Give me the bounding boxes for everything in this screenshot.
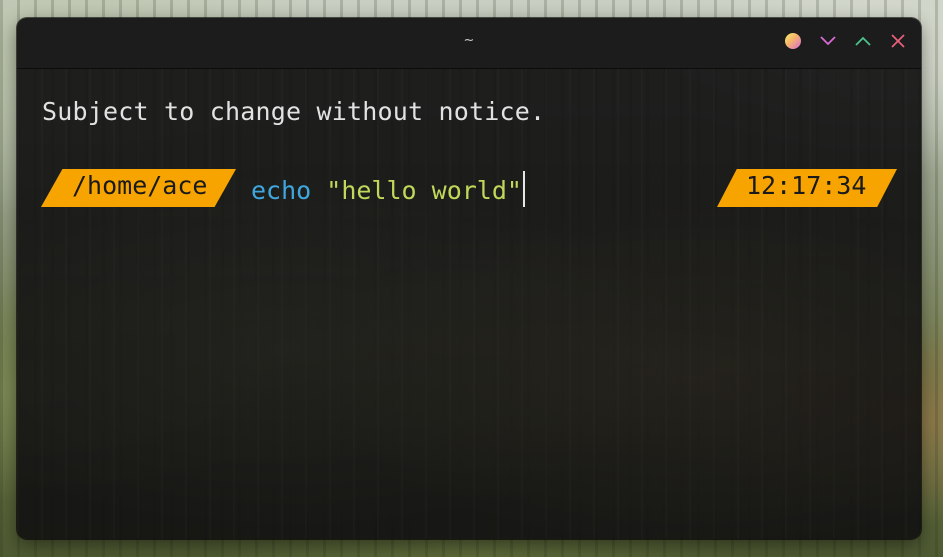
command-line-input[interactable]: echo "hello world": [251, 171, 525, 207]
command-argument: "hello world": [326, 176, 522, 205]
terminal-window: ~ Subject to change without notice. /hom…: [17, 18, 921, 539]
command-name: echo: [251, 176, 312, 205]
text-cursor: [522, 171, 525, 207]
window-titlebar[interactable]: ~: [17, 18, 921, 69]
prompt-path-segment: /home/ace: [41, 169, 236, 207]
close-button[interactable]: [889, 32, 907, 50]
minimize-button[interactable]: [819, 32, 837, 50]
chevron-up-icon: [855, 36, 871, 46]
prompt-path-text: /home/ace: [72, 171, 208, 200]
prompt-clock-segment: 12:17:34: [717, 169, 897, 207]
close-icon: [891, 34, 905, 48]
maximize-button[interactable]: [854, 32, 872, 50]
chevron-down-icon: [820, 36, 836, 46]
prompt-clock-text: 12:17:34: [746, 171, 867, 200]
window-controls: [784, 32, 907, 50]
theme-toggle-button[interactable]: [784, 32, 802, 50]
message-of-the-day: Subject to change without notice.: [42, 97, 546, 126]
terminal-content[interactable]: Subject to change without notice. /home/…: [17, 68, 921, 539]
theme-gradient-dot-icon: [785, 33, 801, 49]
